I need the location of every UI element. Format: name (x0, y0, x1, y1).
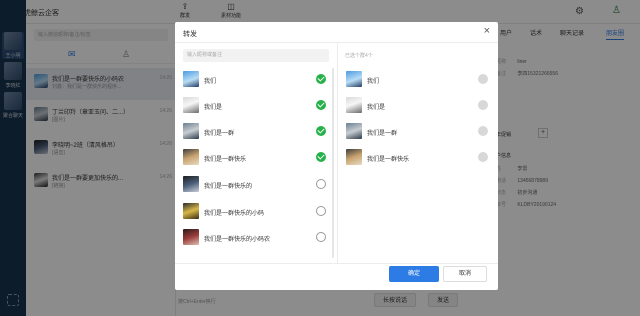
group-avatar (183, 149, 199, 165)
remove-icon[interactable] (478, 74, 488, 84)
candidate-row[interactable]: 我们是一群快乐的 (175, 174, 335, 196)
selected-count: 已选个群4个 (345, 53, 373, 59)
candidate-row[interactable]: 我们是 (175, 95, 335, 117)
group-avatar (346, 71, 362, 87)
group-avatar (183, 176, 199, 192)
selected-row: 我们是一群 (338, 121, 498, 143)
group-avatar (346, 123, 362, 139)
cancel-button[interactable]: 取消 (443, 266, 487, 282)
selected-row: 我们是一群快乐 (338, 147, 498, 169)
group-avatar (183, 71, 199, 87)
group-avatar (346, 97, 362, 113)
group-name: 我们 (204, 79, 217, 85)
selected-row: 我们是 (338, 95, 498, 117)
checked-icon[interactable] (316, 152, 326, 162)
group-avatar (183, 97, 199, 113)
group-name: 我们是 (204, 105, 223, 111)
confirm-button[interactable]: 确定 (389, 266, 439, 282)
checked-icon[interactable] (316, 100, 326, 110)
checked-icon[interactable] (316, 126, 326, 136)
group-name: 我们是一群 (204, 131, 235, 137)
group-name: 我们是 (367, 105, 386, 111)
group-avatar (183, 229, 199, 245)
checked-icon[interactable] (316, 74, 326, 84)
group-avatar (183, 123, 199, 139)
group-name: 我们 (367, 79, 380, 85)
forward-dialog: 转发 × 输入昵称或备注 已选个群4个 我们 我们是 我们是一群 我们是一群快乐… (175, 22, 498, 290)
candidate-row[interactable]: 我们 (175, 69, 335, 91)
candidate-row[interactable]: 我们是一群快乐的小码 (175, 201, 335, 223)
group-avatar (346, 149, 362, 165)
unchecked-icon[interactable] (316, 232, 326, 242)
candidate-row[interactable]: 我们是一群快乐的小码农 (175, 227, 335, 249)
candidate-row[interactable]: 我们是一群 (175, 121, 335, 143)
selected-row: 我们 (338, 69, 498, 91)
group-name: 我们是一群快乐 (367, 157, 410, 163)
group-name: 我们是一群快乐 (204, 157, 247, 163)
remove-icon[interactable] (478, 100, 488, 110)
dialog-title: 转发 (183, 31, 197, 38)
remove-icon[interactable] (478, 152, 488, 162)
unchecked-icon[interactable] (316, 179, 326, 189)
group-name: 我们是一群 (367, 131, 398, 137)
group-name: 我们是一群快乐的小码农 (204, 237, 271, 243)
divider (175, 263, 498, 264)
candidate-row[interactable]: 我们是一群快乐 (175, 147, 335, 169)
dialog-search-input[interactable]: 输入昵称或备注 (183, 49, 329, 62)
remove-icon[interactable] (478, 126, 488, 136)
group-name: 我们是一群快乐的小码 (204, 211, 265, 217)
group-avatar (183, 203, 199, 219)
close-icon[interactable]: × (484, 25, 490, 37)
unchecked-icon[interactable] (316, 206, 326, 216)
group-name: 我们是一群快乐的 (204, 184, 253, 190)
